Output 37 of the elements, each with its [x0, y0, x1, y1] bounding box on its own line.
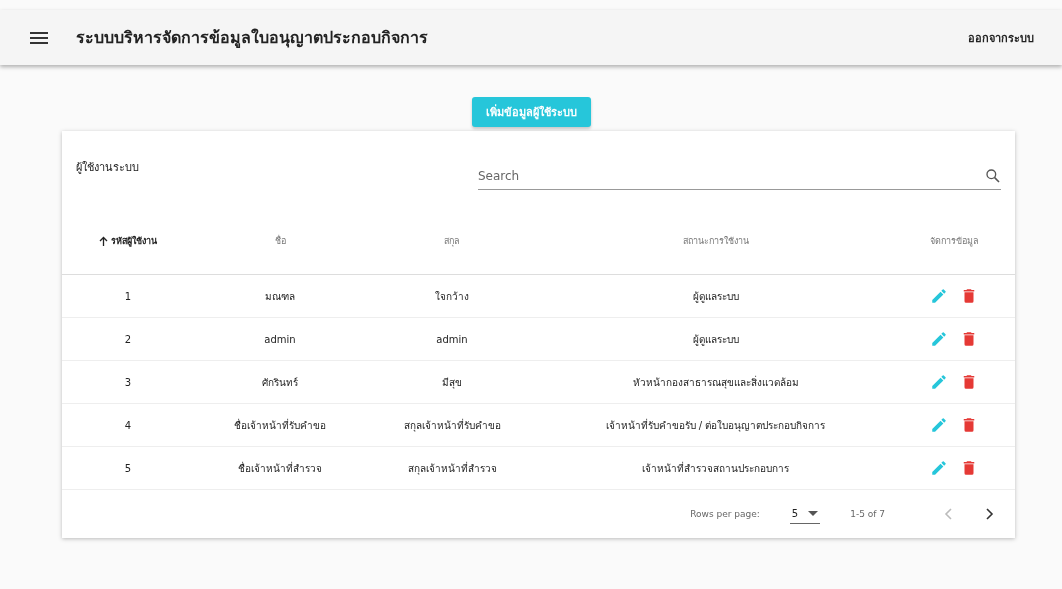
- table-title: ผู้ใช้งานระบบ: [76, 160, 140, 176]
- column-header[interactable]: สถานะการใช้งาน: [682, 234, 749, 248]
- next-page-icon[interactable]: [983, 507, 995, 521]
- table-cell: ศักรินทร์: [262, 376, 298, 388]
- table-cell: เจ้าหน้าที่สำรวจสถานประกอบการ: [642, 462, 789, 474]
- table-cell: ผู้ดูแลระบบ: [692, 290, 739, 302]
- column-header[interactable]: จัดการข้อมูล: [929, 234, 979, 248]
- table-cell: admin: [264, 333, 296, 345]
- table-cell: 3: [124, 376, 132, 388]
- sort-arrow-icon: [99, 236, 108, 246]
- menu-icon[interactable]: [30, 31, 48, 44]
- table-cell: 2: [124, 333, 132, 345]
- app-title: ระบบบริหารจัดการข้อมูลใบอนุญาตประกอบกิจการ: [76, 27, 429, 50]
- table-cell: สกุลเจ้าหน้าที่รับคำขอ: [403, 419, 501, 431]
- table-cell: ชื่อเจ้าหน้าที่สำรวจ: [238, 462, 322, 474]
- rows-per-page-label: Rows per page:: [690, 509, 760, 519]
- column-header[interactable]: รหัสผู้ใช้งาน: [99, 234, 157, 248]
- table-cell: 5: [124, 462, 132, 474]
- table-cell: 4: [124, 419, 132, 431]
- page-range: 1-5 of 7: [850, 509, 885, 519]
- table-cell: ชื่อเจ้าหน้าที่รับคำขอ: [234, 419, 326, 431]
- table-cell: 1: [124, 290, 132, 302]
- table-cell: สกุลเจ้าหน้าที่สำรวจ: [407, 462, 497, 474]
- table-cell: ผู้ดูแลระบบ: [692, 333, 739, 345]
- search-field[interactable]: Search: [478, 162, 1001, 190]
- table-cell: หัวหน้ากองสาธารณสุขและสิ่งแวดล้อม: [632, 376, 799, 388]
- dropdown-caret-icon: [808, 511, 819, 516]
- table-cell: มีสุข: [442, 376, 462, 388]
- table-cell: มณฑล: [265, 290, 295, 302]
- search-icon[interactable]: [985, 168, 1001, 184]
- column-header[interactable]: ชื่อ: [274, 234, 286, 248]
- rows-per-page-select[interactable]: 5: [789, 504, 821, 524]
- table-cell: admin: [436, 333, 468, 345]
- column-header[interactable]: สกุล: [444, 234, 460, 248]
- table-cell: ใจกว้าง: [435, 290, 469, 302]
- logout-link[interactable]: ออกจากระบบ: [968, 28, 1034, 47]
- table-cell: เจ้าหน้าที่รับคำขอรับ / ต่อใบอนุญาตประกอบกิจการ: [605, 419, 826, 431]
